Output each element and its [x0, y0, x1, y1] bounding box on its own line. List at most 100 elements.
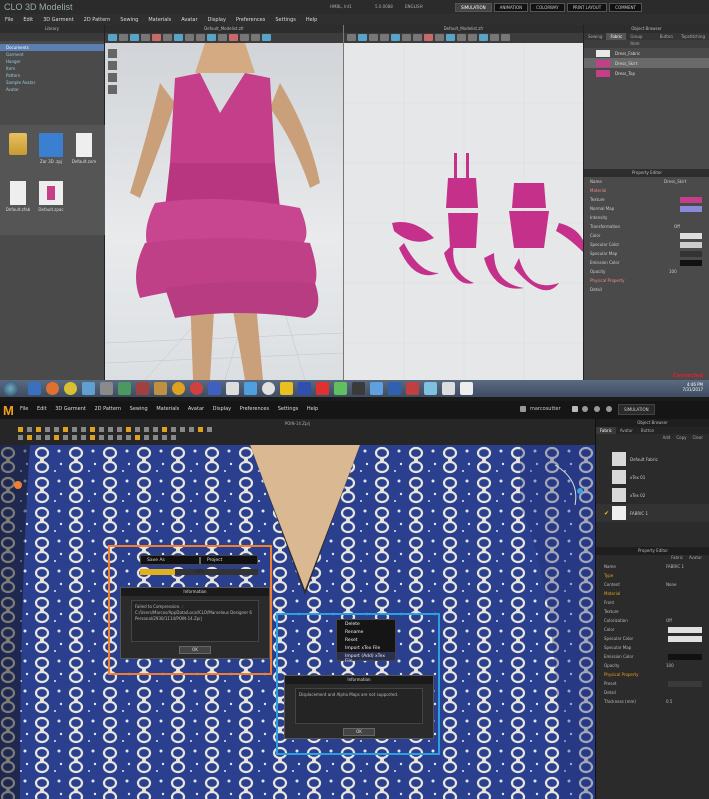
preset-select[interactable] — [668, 680, 702, 687]
color-swatch[interactable] — [668, 626, 702, 633]
menu-item-delete[interactable]: Delete — [337, 620, 395, 628]
tool-icon[interactable] — [207, 34, 216, 41]
menu-settings[interactable]: Settings — [278, 406, 299, 412]
tool-icon[interactable] — [126, 427, 131, 432]
property-row[interactable]: Texture — [596, 607, 709, 616]
taskbar-app-icon[interactable] — [172, 382, 185, 395]
tool-icon[interactable] — [479, 34, 488, 41]
tool-icon[interactable] — [144, 435, 149, 440]
tool-icon[interactable] — [180, 427, 185, 432]
tab-button[interactable]: Button — [656, 33, 677, 40]
tool-icon[interactable] — [424, 34, 433, 41]
tab-fabric[interactable]: Fabric — [671, 555, 683, 562]
tool-icon[interactable] — [63, 427, 68, 432]
property-row[interactable]: Detail — [584, 285, 709, 294]
taskbar-app-icon[interactable] — [442, 382, 455, 395]
3d-viewport[interactable]: Save As Project 30% Information Failed t… — [0, 445, 595, 799]
tool-icon[interactable] — [152, 34, 161, 41]
tool-icon[interactable] — [207, 427, 212, 432]
taskbar-app-icon[interactable] — [118, 382, 131, 395]
taskbar-app-icon[interactable] — [82, 382, 95, 395]
tab-sewing[interactable]: Sewing — [584, 33, 606, 40]
library-tree-item[interactable]: Item — [0, 65, 104, 72]
menu-item-import-xtex[interactable]: Import xTex File — [337, 644, 395, 652]
volume-icon[interactable] — [572, 406, 578, 412]
library-tree-item[interactable]: Garment — [0, 51, 104, 58]
tool-icon[interactable] — [117, 427, 122, 432]
taskbar-app-icon[interactable] — [136, 382, 149, 395]
tool-icon[interactable] — [72, 427, 77, 432]
mode-tab-print-layout[interactable]: PRINT LAYOUT — [566, 3, 608, 12]
help-icon[interactable] — [594, 406, 600, 412]
tool-icon[interactable] — [36, 435, 41, 440]
property-section[interactable]: Physical Property — [596, 670, 709, 679]
taskbar-app-icon[interactable] — [262, 382, 275, 395]
tool-icon[interactable] — [240, 34, 249, 41]
tool-icon[interactable] — [108, 435, 113, 440]
taskbar-app-icon[interactable] — [154, 382, 167, 395]
taskbar-app-icon[interactable] — [28, 382, 41, 395]
property-row[interactable]: Emission Color — [584, 258, 709, 267]
tool-icon[interactable] — [358, 34, 367, 41]
menu-materials[interactable]: Materials — [156, 406, 179, 412]
menu-edit[interactable]: Edit — [23, 17, 33, 23]
save-as-type[interactable]: Project — [207, 558, 222, 563]
menu-edit[interactable]: Edit — [37, 406, 47, 412]
property-row[interactable]: Opacity 100 — [596, 661, 709, 670]
tool-icon[interactable] — [130, 34, 139, 41]
property-section[interactable]: Physical Property — [584, 276, 709, 285]
taskbar-app-icon[interactable] — [334, 382, 347, 395]
tool-icon[interactable] — [72, 435, 77, 440]
menu-preferences[interactable]: Preferences — [236, 17, 265, 23]
taskbar-app-icon[interactable] — [424, 382, 437, 395]
property-row[interactable]: Color — [596, 625, 709, 634]
start-button-icon[interactable] — [3, 381, 18, 396]
menu-2d-pattern[interactable]: 2D Pattern — [84, 17, 111, 23]
tool-icon[interactable] — [413, 34, 422, 41]
property-section[interactable]: Material — [596, 589, 709, 598]
taskbar-app-icon[interactable] — [316, 382, 329, 395]
tab-avatar[interactable]: Avatar — [616, 427, 637, 434]
tool-icon[interactable] — [141, 34, 150, 41]
menu-3d-garment[interactable]: 3D Garment — [55, 406, 86, 412]
menu-3d-garment[interactable]: 3D Garment — [43, 17, 74, 23]
menu-avatar[interactable]: Avatar — [181, 17, 197, 23]
color-swatch[interactable] — [680, 241, 702, 248]
library-tree-item[interactable]: Documents — [0, 44, 104, 51]
color-swatch[interactable] — [680, 205, 702, 212]
tab-fabric[interactable]: Fabric — [596, 427, 616, 434]
tab-avatar[interactable]: Avatar — [689, 555, 702, 562]
menu-sewing[interactable]: Sewing — [120, 17, 138, 23]
property-row[interactable]: Specular Map — [584, 249, 709, 258]
menu-sewing[interactable]: Sewing — [130, 406, 148, 412]
tool-icon[interactable] — [90, 427, 95, 432]
property-row[interactable]: Preset — [596, 679, 709, 688]
tool-icon[interactable] — [27, 427, 32, 432]
color-swatch[interactable] — [668, 653, 702, 660]
color-swatch[interactable] — [680, 196, 702, 203]
tool-icon[interactable] — [490, 34, 499, 41]
taskbar-app-icon[interactable] — [370, 382, 383, 395]
tool-icon[interactable] — [457, 34, 466, 41]
property-row[interactable]: Detail — [596, 688, 709, 697]
property-section[interactable]: Type — [596, 571, 709, 580]
menu-help[interactable]: Help — [307, 406, 318, 412]
tool-icon[interactable] — [18, 435, 23, 440]
clear-fabric-button[interactable]: Clear — [693, 434, 703, 442]
tool-icon[interactable] — [135, 435, 140, 440]
settings-icon[interactable] — [606, 406, 612, 412]
property-row[interactable]: Specular Color — [596, 634, 709, 643]
property-row[interactable]: Specular Map — [596, 643, 709, 652]
tool-icon[interactable] — [435, 34, 444, 41]
menu-settings[interactable]: Settings — [275, 17, 296, 23]
fabric-list-item[interactable]: Dress_Top — [584, 68, 709, 78]
fabric-list-item[interactable]: Dress_Skirt — [584, 58, 709, 68]
tool-icon[interactable] — [501, 34, 510, 41]
menu-avatar[interactable]: Avatar — [188, 406, 204, 412]
firefox-icon[interactable] — [46, 382, 59, 395]
color-swatch[interactable] — [680, 250, 702, 257]
menu-help[interactable]: Help — [306, 17, 317, 23]
library-item[interactable] — [3, 129, 33, 171]
tool-icon[interactable] — [99, 435, 104, 440]
menu-item-import-add-xtex[interactable]: Import (Add) xTex File — [337, 652, 395, 664]
